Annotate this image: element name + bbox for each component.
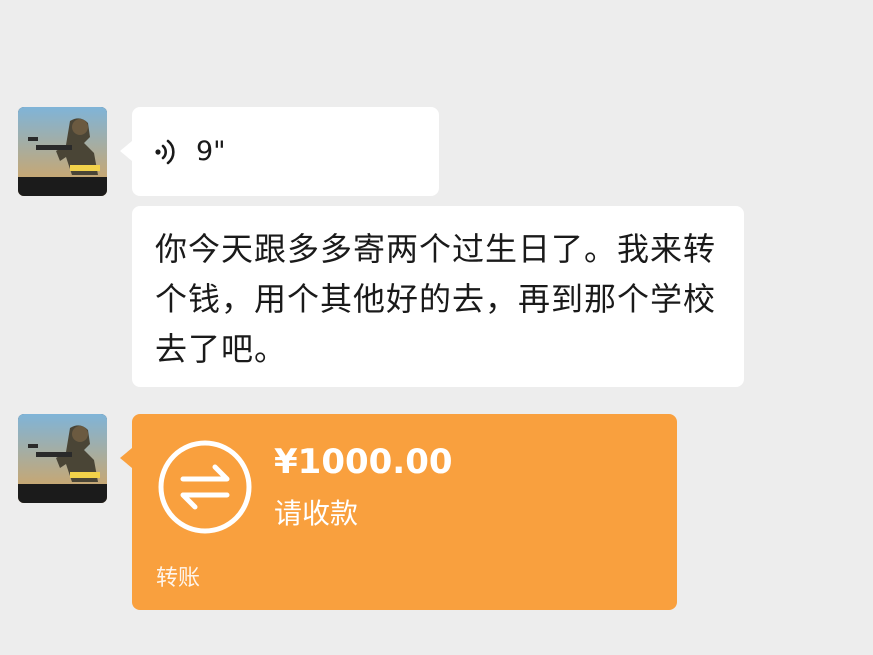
transfer-card[interactable]: ¥1000.00 请收款 转账 — [120, 414, 677, 610]
transfer-arrows-icon — [158, 440, 252, 534]
transfer-status: 请收款 — [274, 497, 359, 530]
transfer-amount: ¥1000.00 — [274, 442, 453, 482]
text-message-bubble[interactable]: 你今天跟多多寄两个过生日了。我来转个钱，用个其他好的去，再到那个学校去了吧。 — [132, 206, 744, 387]
avatar[interactable] — [18, 107, 107, 196]
voice-duration: 9" — [196, 136, 226, 167]
avatar[interactable] — [18, 414, 107, 503]
avatar-image — [18, 107, 107, 196]
avatar-image — [18, 414, 107, 503]
message-text: 你今天跟多多寄两个过生日了。我来转个钱，用个其他好的去，再到那个学校去了吧。 — [155, 230, 717, 368]
transfer-label: 转账 — [156, 566, 201, 591]
voice-wave-icon — [155, 139, 175, 164]
voice-message-bubble[interactable]: 9" — [120, 107, 439, 196]
